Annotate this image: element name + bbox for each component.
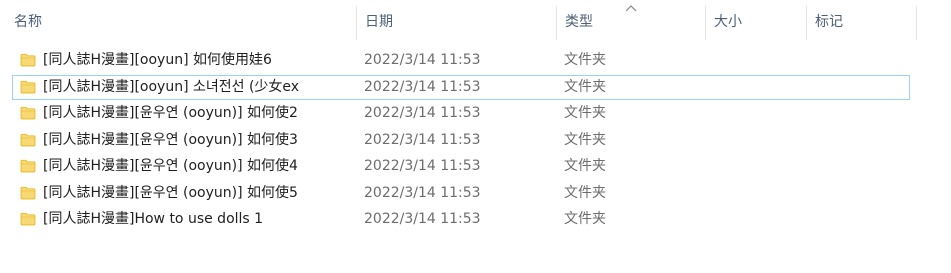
date-modified: 2022/3/14 11:53 xyxy=(364,78,481,95)
date-modified: 2022/3/14 11:53 xyxy=(364,158,481,174)
folder-row[interactable]: [同人誌H漫畫]How to use dolls 1 2022/3/14 11:5… xyxy=(12,207,910,232)
date-modified: 2022/3/14 11:53 xyxy=(364,131,481,148)
column-header-name-label: 名称 xyxy=(14,14,42,30)
folder-row[interactable]: [同人誌H漫畫][ooyun] 如何使用娃6 2022/3/14 11:53 文件夹 xyxy=(12,48,910,73)
folder-icon xyxy=(20,80,36,93)
folder-icon xyxy=(20,133,36,146)
date-modified: 2022/3/14 11:53 xyxy=(364,52,481,68)
date-modified: 2022/3/14 11:53 xyxy=(364,184,481,201)
folder-icon xyxy=(20,106,36,120)
folder-name: [同人誌H漫畫][ooyun] 如何使用娃6 xyxy=(43,52,272,68)
date-modified: 2022/3/14 11:53 xyxy=(364,105,481,121)
folder-icon xyxy=(20,186,36,199)
folder-icon xyxy=(20,212,36,226)
item-type: 文件夹 xyxy=(564,131,606,148)
column-header-type-label: 类型 xyxy=(565,14,593,30)
item-type: 文件夹 xyxy=(564,184,606,201)
folder-row[interactable]: [同人誌H漫畫][윤우연 (ooyun)] 如何使4 2022/3/14 11:5… xyxy=(12,154,910,179)
column-header-name[interactable]: 名称 xyxy=(6,0,356,44)
column-header-date[interactable]: 日期 xyxy=(357,0,556,44)
item-type: 文件夹 xyxy=(564,78,606,95)
date-modified: 2022/3/14 11:53 xyxy=(364,211,481,227)
column-header-bar: 名称 日期 类型 大小 标记 xyxy=(0,0,951,44)
folder-name: [同人誌H漫畫][ooyun] 소녀전선 (少女ex xyxy=(43,78,300,95)
item-type: 文件夹 xyxy=(564,105,606,121)
column-divider[interactable] xyxy=(916,6,917,40)
column-header-size-label: 大小 xyxy=(714,14,742,30)
folder-icon xyxy=(20,159,36,173)
folder-row[interactable]: [同人誌H漫畫][윤우연 (ooyun)] 如何使5 2022/3/14 11:5… xyxy=(12,181,910,206)
item-type: 文件夹 xyxy=(564,211,606,227)
folder-name: [同人誌H漫畫][윤우연 (ooyun)] 如何使5 xyxy=(43,184,298,201)
sort-ascending-chevron-icon xyxy=(625,5,637,12)
folder-name: [同人誌H漫畫][윤우연 (ooyun)] 如何使2 xyxy=(43,105,298,121)
folder-name: [同人誌H漫畫]How to use dolls 1 xyxy=(43,211,264,227)
column-header-date-label: 日期 xyxy=(365,14,393,30)
column-header-size[interactable]: 大小 xyxy=(706,0,806,44)
item-type: 文件夹 xyxy=(564,52,606,68)
folder-row[interactable]: [同人誌H漫畫][윤우연 (ooyun)] 如何使2 2022/3/14 11:5… xyxy=(12,101,910,126)
folder-icon xyxy=(20,53,36,67)
folder-name: [同人誌H漫畫][윤우연 (ooyun)] 如何使4 xyxy=(43,158,298,174)
column-header-tags[interactable]: 标记 xyxy=(807,0,916,44)
folder-row[interactable]: [同人誌H漫畫][ooyun] 소녀전선 (少女ex 2022/3/14 11:5… xyxy=(12,74,910,100)
folder-name: [同人誌H漫畫][윤우연 (ooyun)] 如何使3 xyxy=(43,131,298,148)
column-header-tags-label: 标记 xyxy=(815,14,843,30)
item-type: 文件夹 xyxy=(564,158,606,174)
folder-row[interactable]: [同人誌H漫畫][윤우연 (ooyun)] 如何使3 2022/3/14 11:5… xyxy=(12,128,910,153)
